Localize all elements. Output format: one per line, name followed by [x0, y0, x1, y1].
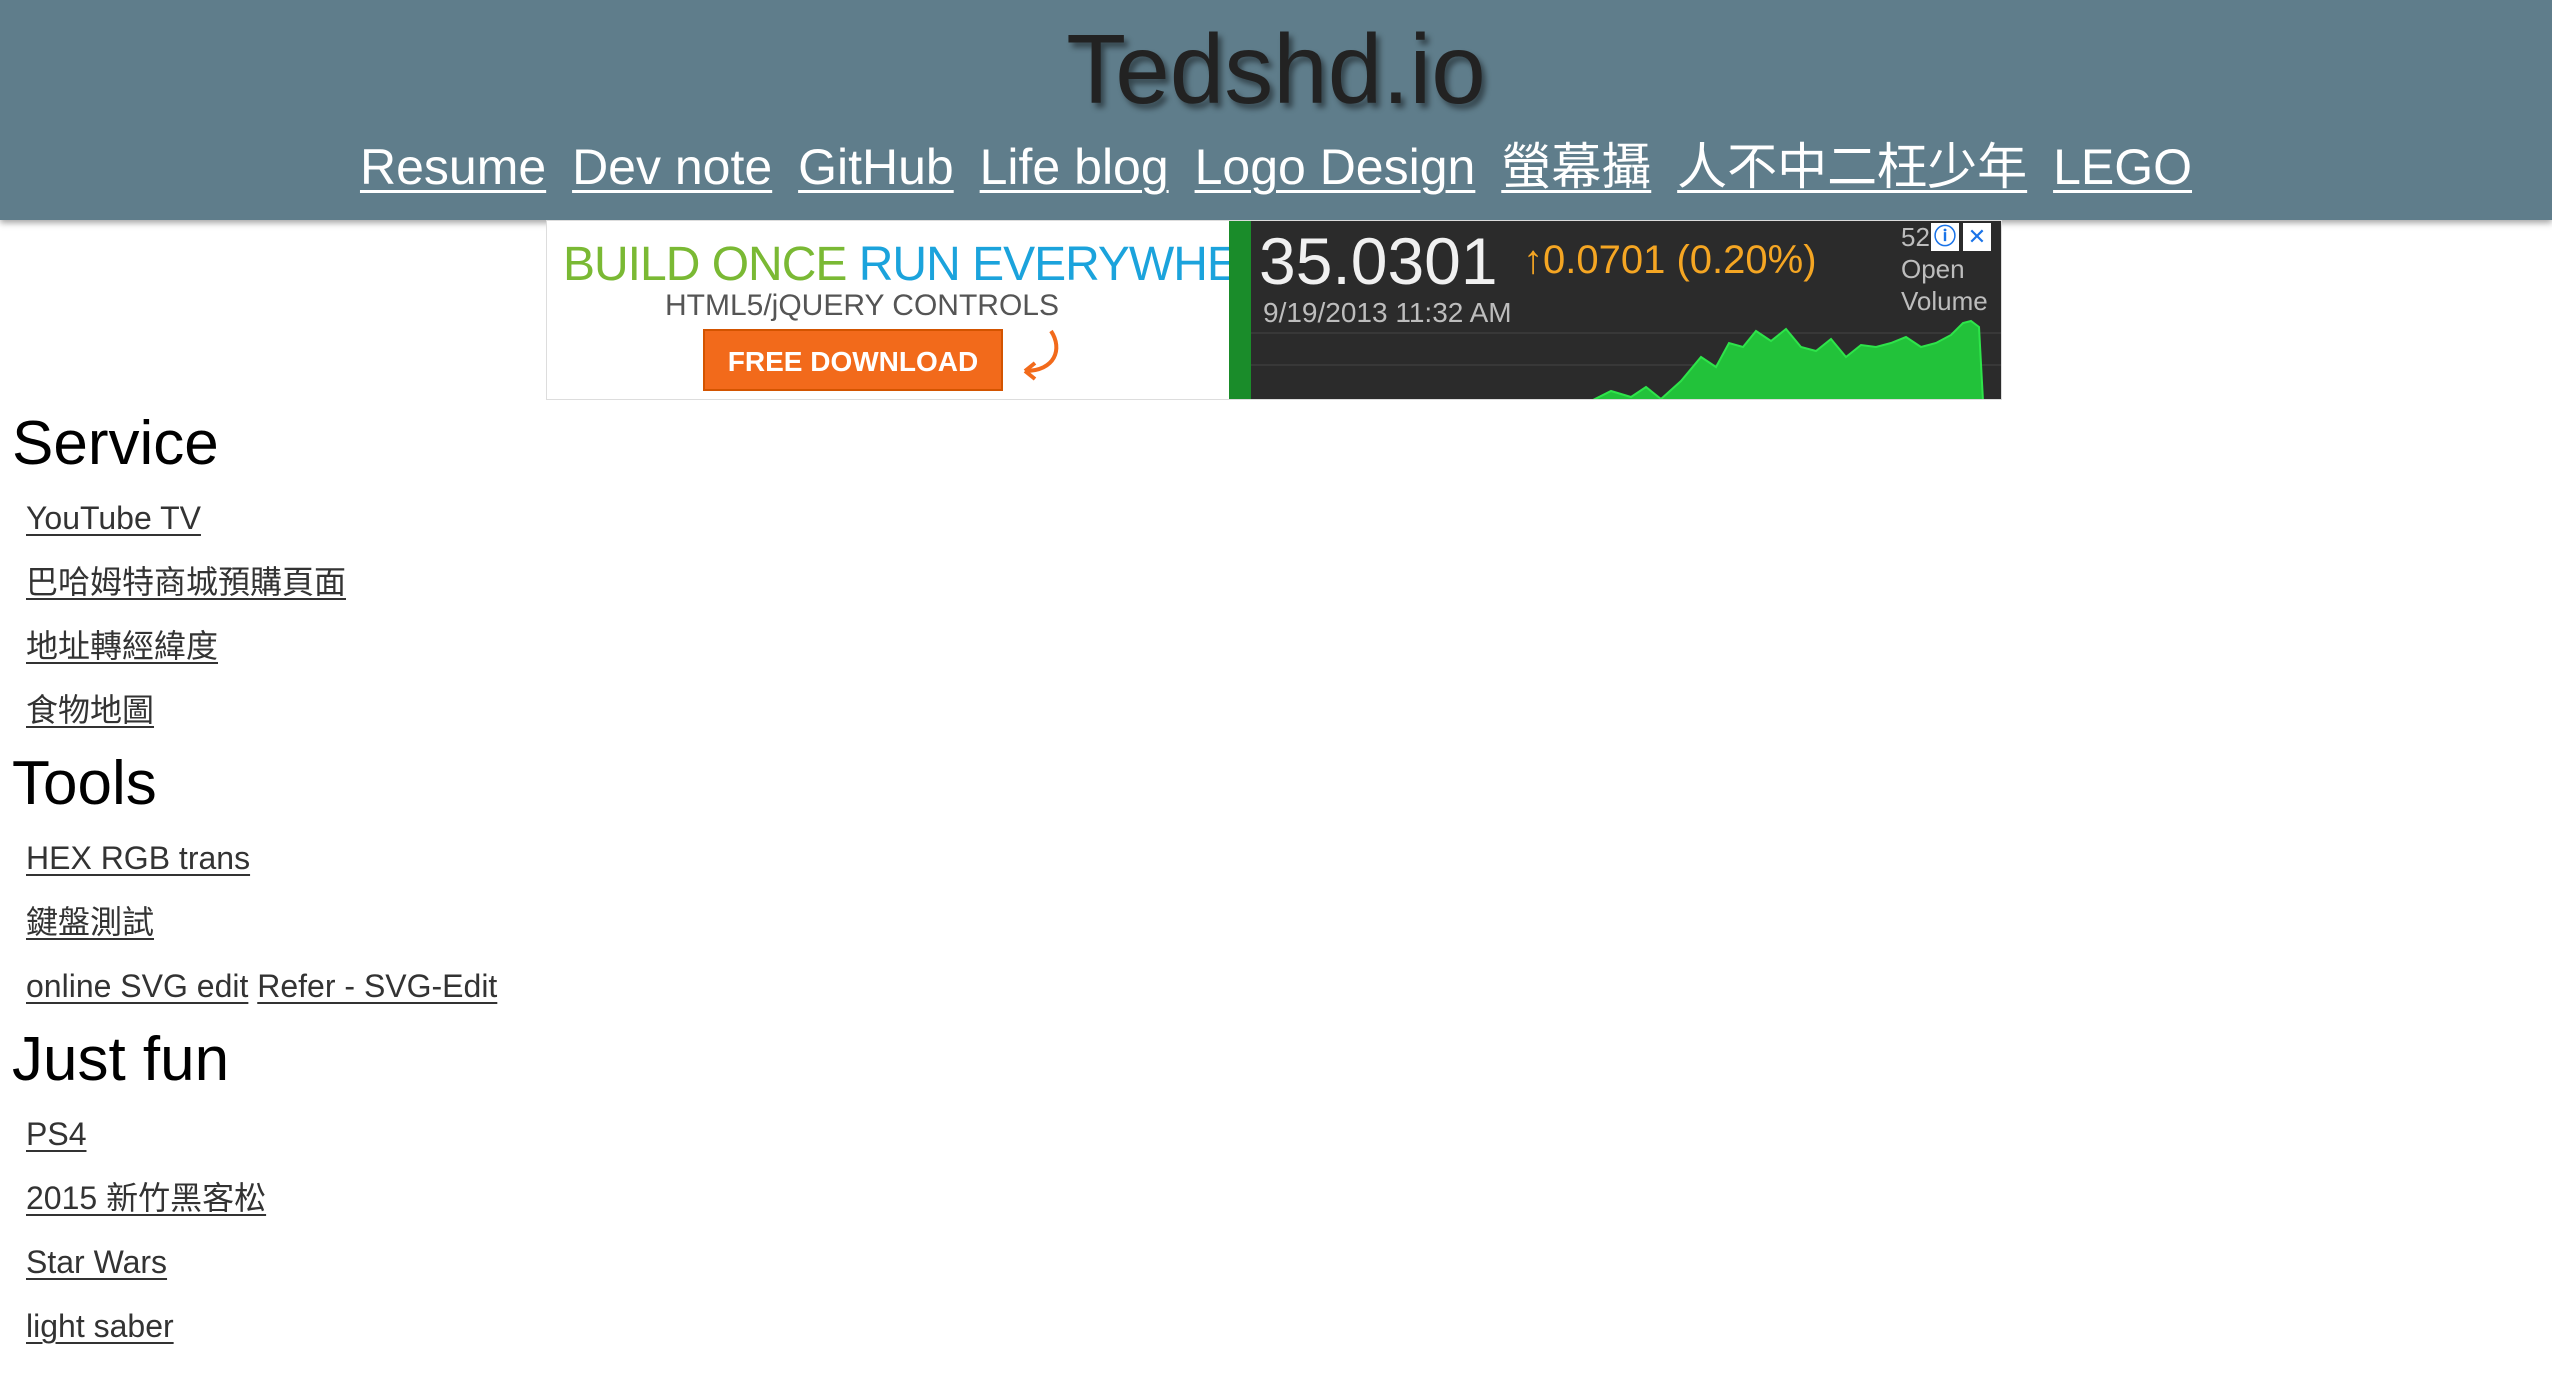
- nav-link-screen-capture[interactable]: 螢幕攝: [1501, 139, 1651, 195]
- list-item: light saber: [26, 1294, 1212, 1358]
- link-hex-rgb[interactable]: HEX RGB trans: [26, 840, 250, 876]
- curved-arrow-icon: [1023, 329, 1059, 381]
- link-bahamut-preorder[interactable]: 巴哈姆特商城預購頁面: [26, 564, 346, 600]
- list-item: 地址轉經緯度: [26, 614, 1212, 678]
- site-header: Tedshd.io Resume Dev note GitHub Life bl…: [0, 0, 2552, 220]
- list-item: Star Wars: [26, 1230, 1212, 1294]
- list-item: 2015 新竹黑客松: [26, 1166, 1212, 1230]
- tools-links: HEX RGB trans 鍵盤測試 online SVG edit Refer…: [12, 826, 1212, 1018]
- section-title-tools: Tools: [12, 749, 157, 818]
- ad-controls: ⓘ ✕: [1931, 223, 1991, 251]
- main-content: Service YouTube TV 巴哈姆特商城預購頁面 地址轉經緯度 食物地…: [12, 402, 1212, 1358]
- link-ps4[interactable]: PS4: [26, 1116, 86, 1152]
- ad-promo-panel[interactable]: BUILD ONCE RUN EVERYWHERE HTML5/jQUERY C…: [547, 221, 1304, 399]
- stock-stat-volume-label: Volume: [1901, 286, 1988, 316]
- link-keyboard-test[interactable]: 鍵盤測試: [26, 904, 154, 940]
- list-item: HEX RGB trans: [26, 826, 1212, 890]
- stock-price: 35.0301: [1259, 224, 1498, 298]
- nav-link-chuunibyou[interactable]: 人不中二枉少年: [1677, 139, 2027, 195]
- ad-stock-panel[interactable]: 35.0301 ↑0.0701 (0.20%) 9/19/2013 11:32 …: [1229, 221, 2001, 399]
- list-item: 鍵盤測試: [26, 890, 1212, 954]
- list-item: PS4: [26, 1102, 1212, 1166]
- nav-link-lego[interactable]: LEGO: [2053, 139, 2192, 195]
- link-address-geocode[interactable]: 地址轉經緯度: [26, 628, 218, 664]
- list-item: online SVG edit Refer - SVG-Edit: [26, 954, 1212, 1018]
- list-item: YouTube TV: [26, 486, 1212, 550]
- ad-close-icon[interactable]: ✕: [1963, 223, 1991, 251]
- ad-banner[interactable]: BUILD ONCE RUN EVERYWHERE HTML5/jQUERY C…: [546, 220, 2002, 400]
- ad-headline-part1: BUILD ONCE: [563, 238, 859, 291]
- nav-link-logo-design[interactable]: Logo Design: [1195, 139, 1476, 195]
- nav-link-resume[interactable]: Resume: [360, 139, 546, 195]
- link-star-wars[interactable]: Star Wars: [26, 1244, 167, 1280]
- site-title: Tedshd.io: [1066, 14, 1486, 124]
- list-item: 巴哈姆特商城預購頁面: [26, 550, 1212, 614]
- ad-info-icon[interactable]: ⓘ: [1931, 223, 1959, 251]
- link-food-map[interactable]: 食物地圖: [26, 692, 154, 728]
- service-links: YouTube TV 巴哈姆特商城預購頁面 地址轉經緯度 食物地圖: [12, 486, 1212, 742]
- list-item: 食物地圖: [26, 678, 1212, 742]
- nav-link-dev-note[interactable]: Dev note: [572, 139, 772, 195]
- section-title-just-fun: Just fun: [12, 1025, 230, 1094]
- link-light-saber[interactable]: light saber: [26, 1308, 174, 1344]
- main-nav: Resume Dev note GitHub Life blog Logo De…: [0, 135, 2552, 199]
- ad-subline: HTML5/jQUERY CONTROLS: [665, 289, 1059, 322]
- ad-headline: BUILD ONCE RUN EVERYWHERE: [563, 237, 1304, 292]
- ad-download-label: FREE DOWNLOAD: [727, 346, 979, 377]
- section-title-service: Service: [12, 409, 219, 478]
- link-youtube-tv[interactable]: YouTube TV: [26, 500, 201, 536]
- fun-links: PS4 2015 新竹黑客松 Star Wars light saber: [12, 1102, 1212, 1358]
- stock-sparkline: [1251, 319, 2001, 399]
- nav-link-life-blog[interactable]: Life blog: [980, 139, 1169, 195]
- nav-link-github[interactable]: GitHub: [798, 139, 954, 195]
- stock-change: ↑0.0701 (0.20%): [1523, 238, 1817, 282]
- link-refer-svg-edit[interactable]: Refer - SVG-Edit: [257, 968, 497, 1004]
- link-hsinchu-hackathon[interactable]: 2015 新竹黑客松: [26, 1180, 266, 1216]
- link-online-svg-edit[interactable]: online SVG edit: [26, 968, 248, 1004]
- stock-stat-open-label: Open: [1901, 254, 1965, 284]
- ad-download-button[interactable]: FREE DOWNLOAD: [703, 329, 1003, 391]
